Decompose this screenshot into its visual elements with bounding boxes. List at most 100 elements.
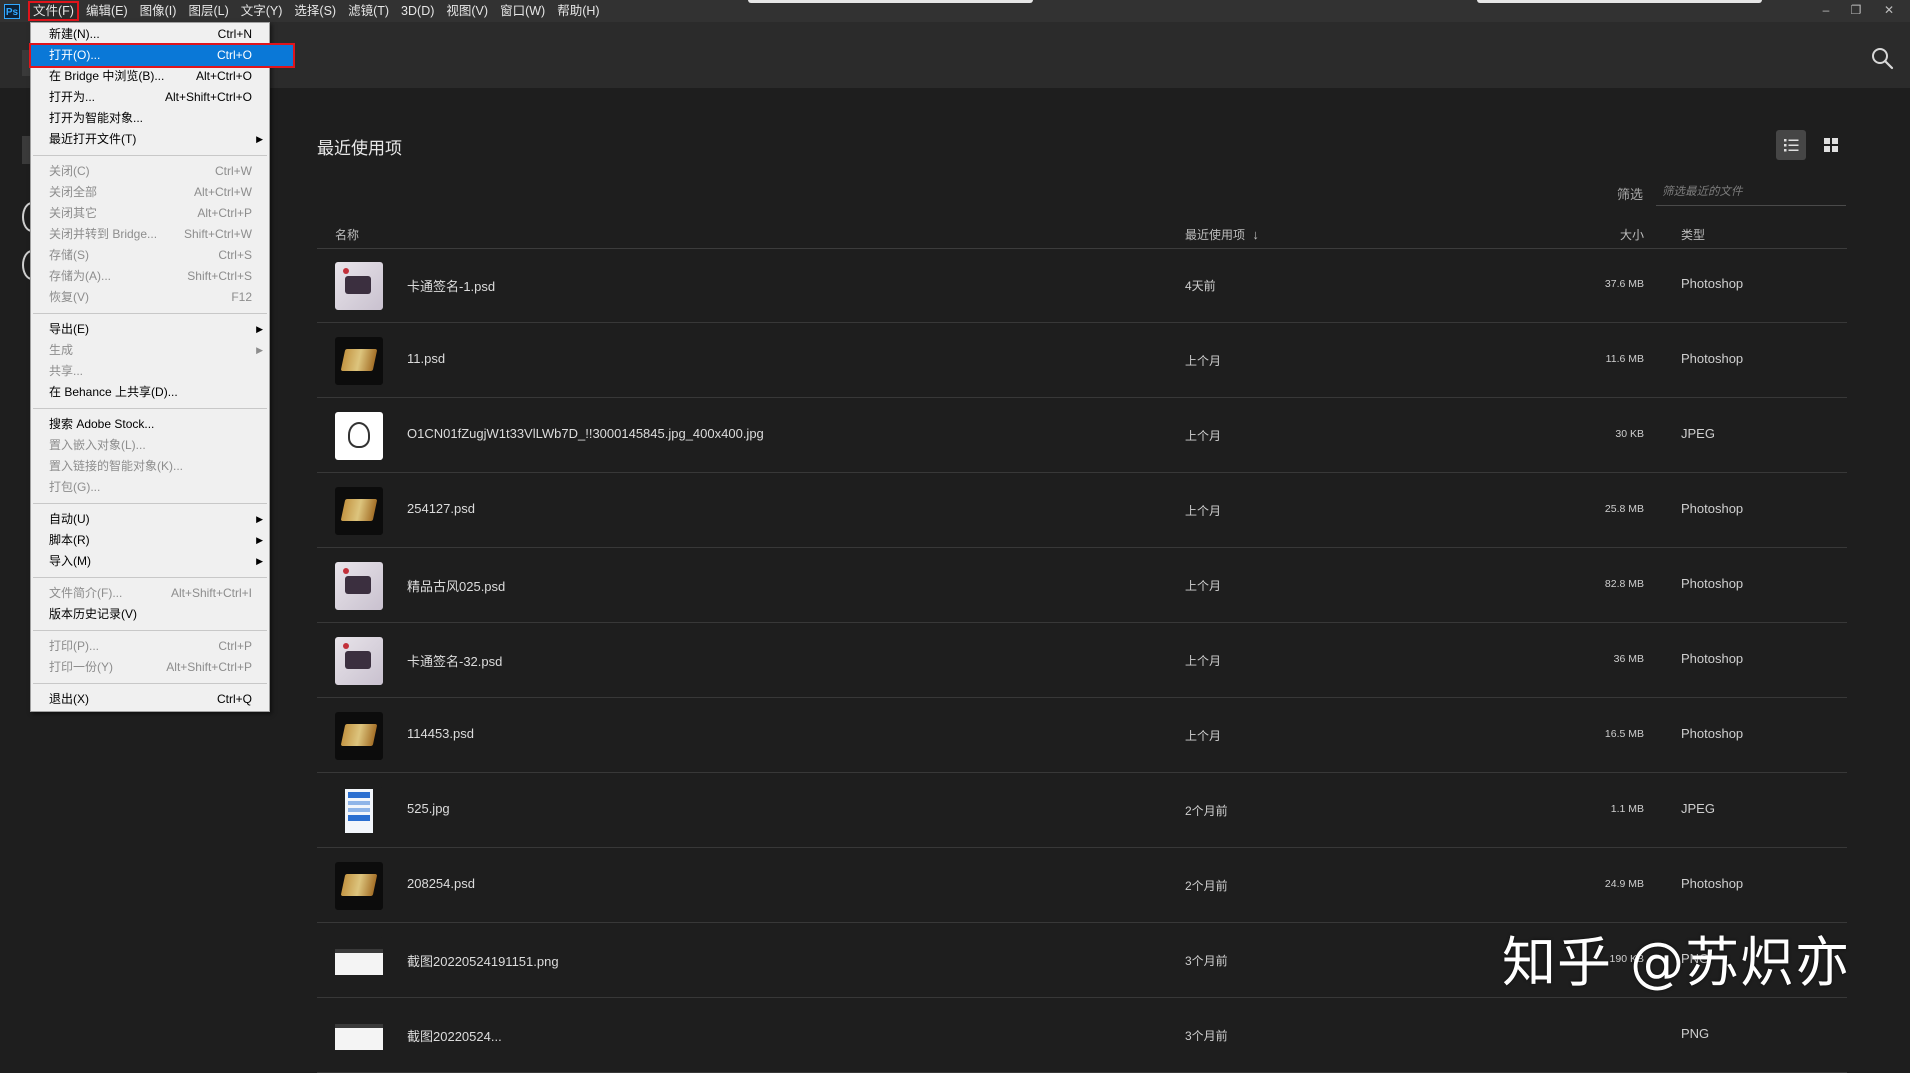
file-thumbnail[interactable] <box>335 1012 383 1060</box>
left-panel-edge <box>22 50 30 76</box>
file-name: 精品古风025.psd <box>407 579 506 594</box>
file-thumbnail[interactable] <box>335 487 383 535</box>
search-icon[interactable] <box>1870 46 1894 70</box>
column-recent[interactable]: 最近使用项 ↓ <box>1185 226 1259 243</box>
file-menu-item[interactable]: 存储(S) Ctrl+S <box>31 245 269 266</box>
file-menu-item[interactable]: 置入嵌入对象(L)... <box>31 435 269 456</box>
file-row[interactable]: 卡通签名-32.psd 上个月 36 MB Photoshop <box>317 623 1847 698</box>
file-menu-item[interactable]: 搜索 Adobe Stock... <box>31 414 269 435</box>
file-thumbnail[interactable] <box>335 337 383 385</box>
minimize-icon[interactable]: – <box>1815 2 1837 18</box>
sort-arrow-icon: ↓ <box>1252 227 1259 242</box>
file-thumbnail[interactable] <box>335 562 383 610</box>
menubar-item[interactable]: 窗口(W) <box>495 1 550 21</box>
file-row[interactable]: 254127.psd 上个月 25.8 MB Photoshop <box>317 473 1847 548</box>
menubar-item[interactable]: 图像(I) <box>135 1 182 21</box>
file-menu-item[interactable]: 导出(E) ▶ <box>31 319 269 340</box>
file-menu-item[interactable]: 关闭其它 Alt+Ctrl+P <box>31 203 269 224</box>
file-menu-item[interactable]: 打印(P)... Ctrl+P <box>31 636 269 657</box>
file-thumbnail[interactable] <box>335 862 383 910</box>
file-row[interactable]: 525.jpg 2个月前 1.1 MB JPEG <box>317 773 1847 848</box>
file-menu-item[interactable]: 文件简介(F)... Alt+Shift+Ctrl+I <box>31 583 269 604</box>
file-recent: 3个月前 <box>1185 1029 1228 1043</box>
menubar-item[interactable]: 图层(L) <box>183 1 233 21</box>
menu-item-label: 打印一份(Y) <box>49 660 113 674</box>
file-name: 11.psd <box>407 351 446 366</box>
menu-item-label: 关闭并转到 Bridge... <box>49 227 158 241</box>
file-thumbnail[interactable] <box>335 412 383 460</box>
menu-separator <box>33 630 267 631</box>
menubar-item[interactable]: 视图(V) <box>441 1 493 21</box>
file-row[interactable]: 精品古风025.psd 上个月 82.8 MB Photoshop <box>317 548 1847 623</box>
menu-separator <box>33 683 267 684</box>
file-menu-item[interactable]: 共享... <box>31 361 269 382</box>
file-menu-item[interactable]: 版本历史记录(V) <box>31 604 269 625</box>
file-menu-item[interactable]: 打开为... Alt+Shift+Ctrl+O <box>31 87 269 108</box>
file-menu-item[interactable]: 最近打开文件(T) ▶ <box>31 129 269 150</box>
file-recent: 3个月前 <box>1185 954 1228 968</box>
file-row[interactable]: 208254.psd 2个月前 24.9 MB Photoshop <box>317 848 1847 923</box>
menubar-item[interactable]: 文字(Y) <box>236 1 288 21</box>
file-row[interactable]: 截图20220524... 3个月前 PNG <box>317 998 1847 1073</box>
file-row[interactable]: 11.psd 上个月 11.6 MB Photoshop <box>317 323 1847 398</box>
file-menu-item[interactable]: 打开(O)... Ctrl+O <box>29 43 295 68</box>
menubar-item[interactable]: 文件(F) <box>28 1 79 21</box>
file-row[interactable]: 卡通签名-1.psd 4天前 37.6 MB Photoshop <box>317 248 1847 323</box>
file-menu-item[interactable]: 新建(N)... Ctrl+N <box>31 24 269 45</box>
column-name[interactable]: 名称 <box>335 226 359 243</box>
file-thumbnail[interactable] <box>335 262 383 310</box>
file-menu-item[interactable]: 打印一份(Y) Alt+Shift+Ctrl+P <box>31 657 269 678</box>
filter-input[interactable] <box>1656 178 1846 206</box>
file-menu-item[interactable]: 恢复(V) F12 <box>31 287 269 308</box>
file-menu-item[interactable]: 退出(X) Ctrl+Q <box>31 689 269 710</box>
file-thumbnail[interactable] <box>335 712 383 760</box>
menubar-item[interactable]: 编辑(E) <box>81 1 133 21</box>
column-size[interactable]: 大小 <box>1620 226 1644 243</box>
menubar-item[interactable]: 滤镜(T) <box>343 1 394 21</box>
menu-item-label: 置入嵌入对象(L)... <box>49 438 146 452</box>
file-menu-item[interactable]: 在 Behance 上共享(D)... <box>31 382 269 403</box>
submenu-arrow-icon: ▶ <box>256 514 263 524</box>
menu-bar: Ps 文件(F) 编辑(E) 图像(I) 图层(L) 文字(Y) 选择(S) 滤镜(T) 3D… <box>0 0 1910 22</box>
menubar-item[interactable]: 帮助(H) <box>552 1 604 21</box>
menu-item-label: 导入(M) <box>49 554 91 568</box>
file-menu-item[interactable]: 关闭并转到 Bridge... Shift+Ctrl+W <box>31 224 269 245</box>
file-name: 截图20220524191151.png <box>407 954 559 969</box>
file-menu-item[interactable]: 关闭(C) Ctrl+W <box>31 161 269 182</box>
file-thumbnail[interactable] <box>335 637 383 685</box>
menu-item-label: 存储(S) <box>49 248 89 262</box>
menubar-item[interactable]: 选择(S) <box>289 1 341 21</box>
menu-item-shortcut: Shift+Ctrl+S <box>187 269 252 283</box>
grid-view-button[interactable] <box>1816 130 1846 160</box>
file-type: PNG <box>1681 1026 1710 1041</box>
file-menu-item[interactable]: 打包(G)... <box>31 477 269 498</box>
close-icon[interactable]: ✕ <box>1878 2 1900 18</box>
file-menu-item[interactable]: 在 Bridge 中浏览(B)... Alt+Ctrl+O <box>31 66 269 87</box>
file-menu-item[interactable]: 导入(M) ▶ <box>31 551 269 572</box>
list-view-button[interactable] <box>1776 130 1806 160</box>
file-thumbnail[interactable] <box>335 787 383 835</box>
menu-separator <box>33 155 267 156</box>
file-menu-item[interactable]: 生成 ▶ <box>31 340 269 361</box>
menu-item-shortcut: Alt+Shift+Ctrl+P <box>166 660 252 674</box>
top-field-edge <box>748 0 1033 3</box>
file-row[interactable]: 114453.psd 上个月 16.5 MB Photoshop <box>317 698 1847 773</box>
submenu-arrow-icon: ▶ <box>256 345 263 355</box>
column-type[interactable]: 类型 <box>1681 226 1705 243</box>
restore-icon[interactable]: ❐ <box>1845 2 1867 18</box>
file-menu-item[interactable]: 存储为(A)... Shift+Ctrl+S <box>31 266 269 287</box>
file-thumbnail[interactable] <box>335 937 383 985</box>
menu-item-label: 打印(P)... <box>49 639 99 653</box>
file-menu-item[interactable]: 关闭全部 Alt+Ctrl+W <box>31 182 269 203</box>
menu-item-shortcut: Ctrl+W <box>215 164 252 178</box>
file-menu-item[interactable]: 置入链接的智能对象(K)... <box>31 456 269 477</box>
file-menu-item[interactable]: 自动(U) ▶ <box>31 509 269 530</box>
filter-label: 筛选 <box>1617 187 1644 202</box>
menu-separator <box>33 577 267 578</box>
file-recent: 4天前 <box>1185 279 1216 293</box>
file-row[interactable]: O1CN01fZugjW1t33VlLWb7D_!!3000145845.jpg… <box>317 398 1847 473</box>
file-menu-item[interactable]: 打开为智能对象... <box>31 108 269 129</box>
file-menu-item[interactable]: 脚本(R) ▶ <box>31 530 269 551</box>
menu-item-label: 脚本(R) <box>49 533 90 547</box>
menubar-item[interactable]: 3D(D) <box>396 1 439 21</box>
